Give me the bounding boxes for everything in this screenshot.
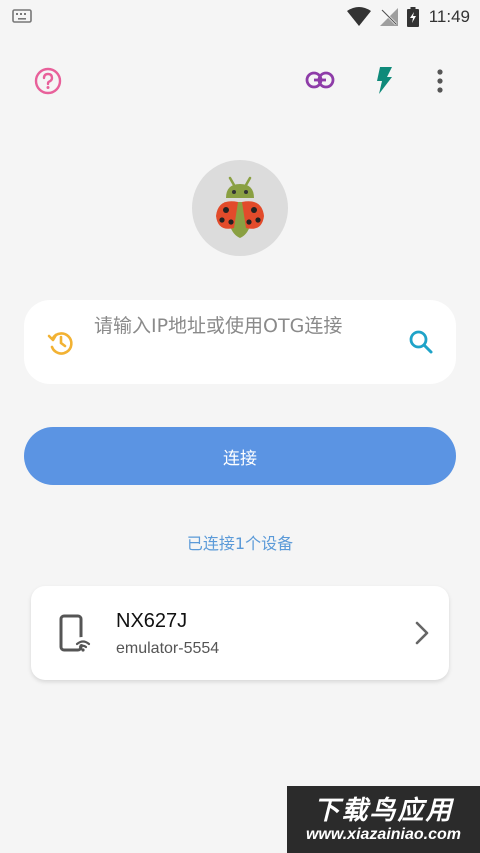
signal-off-icon: [379, 7, 399, 27]
status-bar: 11:49: [0, 0, 480, 34]
connect-button[interactable]: 连接: [24, 427, 456, 485]
connected-devices-status[interactable]: 已连接1个设备: [0, 530, 480, 554]
link-icon[interactable]: [304, 66, 336, 94]
device-list-item[interactable]: NX627J emulator-5554: [31, 586, 449, 680]
watermark: 下载鸟应用 www.xiazainiao.com: [287, 786, 480, 853]
more-vert-icon[interactable]: [430, 66, 450, 96]
watermark-title: 下载鸟应用: [313, 796, 454, 826]
ip-input-card: [24, 300, 456, 384]
watermark-url: www.xiazainiao.com: [305, 826, 461, 843]
device-name: NX627J: [116, 610, 188, 632]
history-icon[interactable]: [46, 328, 76, 362]
ip-address-input[interactable]: [94, 312, 394, 374]
chevron-right-icon: [415, 621, 429, 649]
ladybug-android-icon: [204, 172, 276, 244]
wifi-icon: [346, 7, 371, 27]
device-serial: emulator-5554: [116, 640, 220, 657]
phone-wifi-icon: [59, 614, 93, 658]
search-icon[interactable]: [408, 329, 434, 359]
keyboard-icon: [12, 8, 32, 27]
help-icon[interactable]: [33, 66, 63, 96]
battery-charging-icon: [406, 7, 419, 27]
clock-time: 11:49: [428, 7, 470, 26]
app-logo: [192, 160, 288, 256]
flash-icon[interactable]: [372, 64, 396, 96]
